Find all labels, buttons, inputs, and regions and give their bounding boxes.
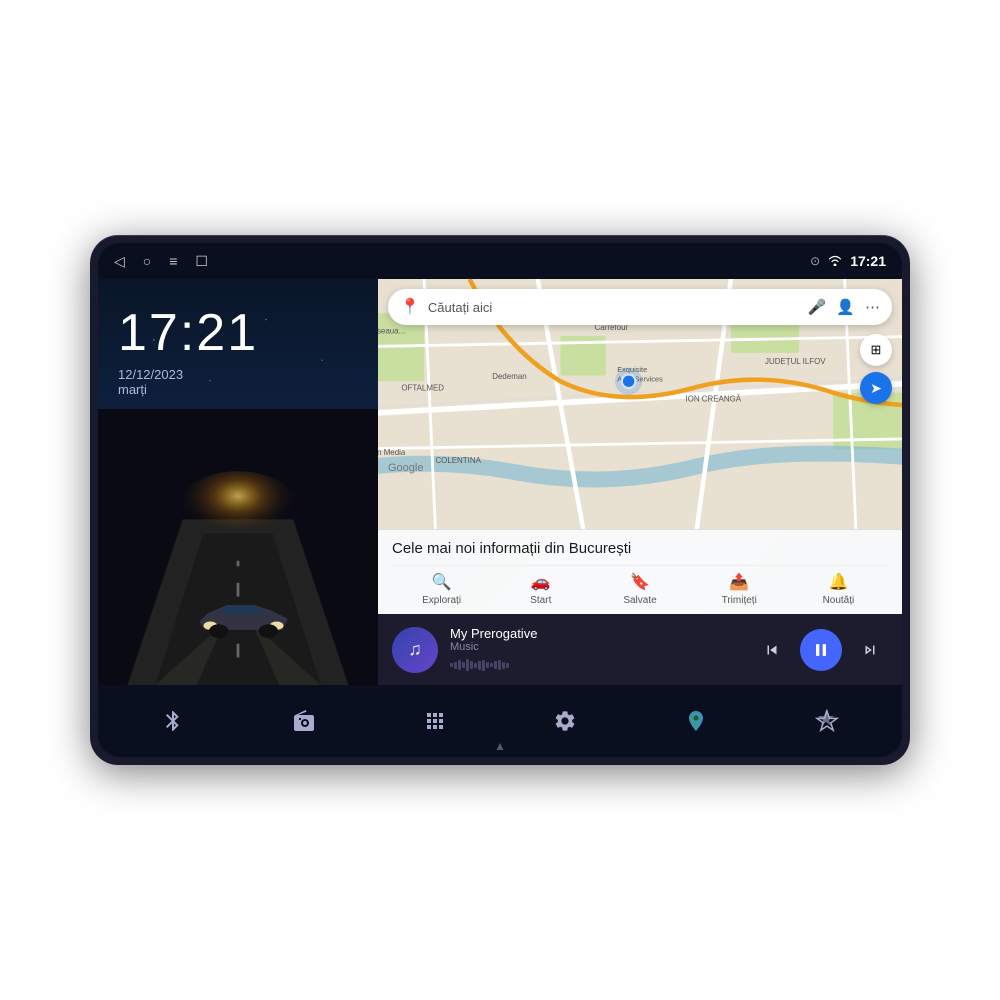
account-icon[interactable]: 👤 xyxy=(836,298,855,316)
tab-saved[interactable]: 🔖 Salvate xyxy=(590,566,689,612)
saved-icon: 🔖 xyxy=(630,572,650,592)
tab-explore[interactable]: 🔍 Explorați xyxy=(392,566,491,612)
location-icon: ⊙ xyxy=(810,254,820,268)
google-logo: Google xyxy=(388,462,423,474)
car-section xyxy=(98,409,378,685)
info-title: Cele mai noi informații din București xyxy=(392,540,888,557)
wave-bar xyxy=(470,661,473,669)
status-bar-right: ⊙ 17:21 xyxy=(810,253,886,269)
bottom-chevron-icon: ▲ xyxy=(494,739,506,753)
nav-maps[interactable] xyxy=(670,701,722,741)
search-text[interactable]: Căutați aici xyxy=(428,300,800,315)
wave-bar xyxy=(474,663,477,668)
info-tabs: 🔍 Explorați 🚗 Start 🔖 Salvate 📤 xyxy=(392,565,888,612)
wave-bar xyxy=(494,661,497,669)
prev-button[interactable] xyxy=(754,632,790,668)
music-title: My Prerogative xyxy=(450,626,742,641)
home-icon[interactable]: ○ xyxy=(143,253,151,269)
wave-bar xyxy=(450,663,453,667)
share-icon: 📤 xyxy=(729,572,749,592)
tab-start-label: Start xyxy=(530,595,551,606)
tab-saved-label: Salvate xyxy=(623,595,656,606)
clock-day: marți xyxy=(118,382,358,397)
tab-start[interactable]: 🚗 Start xyxy=(491,566,590,612)
wave-bar xyxy=(486,662,489,668)
tab-share-label: Trimițeți xyxy=(722,595,757,606)
tab-news[interactable]: 🔔 Noutăți xyxy=(789,566,888,612)
search-bar-icons: 🎤 👤 ⋯ xyxy=(808,298,880,316)
wave-bar xyxy=(482,660,485,671)
start-icon: 🚗 xyxy=(531,572,551,592)
tab-share[interactable]: 📤 Trimițeți xyxy=(690,566,789,612)
svg-text:ION CREANGĂ: ION CREANGĂ xyxy=(685,395,741,404)
mic-icon[interactable]: 🎤 xyxy=(808,298,827,316)
maps-pin-icon: 📍 xyxy=(400,297,420,317)
more-icon[interactable]: ⋯ xyxy=(865,298,880,316)
navigate-button[interactable]: ➤ xyxy=(860,372,892,404)
wifi-icon xyxy=(828,254,842,269)
svg-text:Pattern Media: Pattern Media xyxy=(378,448,406,457)
wave-bar xyxy=(454,662,457,669)
clock-section: 17:21 12/12/2023 marți xyxy=(98,279,378,409)
tab-news-label: Noutăți xyxy=(823,595,855,606)
clock-date: 12/12/2023 xyxy=(118,367,358,382)
info-banner: Cele mai noi informații din București 🔍 … xyxy=(378,529,902,614)
nav-buttons: ◁ ○ ≡ ☐ xyxy=(114,253,208,270)
svg-text:JUDEȚUL ILFOV: JUDEȚUL ILFOV xyxy=(765,357,826,366)
nav-extra[interactable] xyxy=(801,701,853,741)
news-icon: 🔔 xyxy=(828,572,848,592)
explore-icon: 🔍 xyxy=(432,572,452,592)
wave-bar xyxy=(498,660,501,670)
nav-bluetooth[interactable] xyxy=(147,701,199,741)
nav-settings[interactable] xyxy=(539,701,591,741)
svg-text:Soseaua...: Soseaua... xyxy=(378,327,405,336)
svg-text:COLENTINA: COLENTINA xyxy=(435,456,481,465)
svg-text:Dedeman: Dedeman xyxy=(492,372,526,381)
music-subtitle: Music xyxy=(450,641,742,653)
wave-bar xyxy=(506,663,509,668)
device: ◁ ○ ≡ ☐ ⊙ 17:21 xyxy=(90,235,910,765)
music-info: My Prerogative Music xyxy=(450,626,742,673)
back-icon[interactable]: ◁ xyxy=(114,253,125,270)
status-time: 17:21 xyxy=(850,253,886,269)
wave-bar xyxy=(490,663,493,667)
nav-radio[interactable] xyxy=(278,701,330,741)
album-art: ♫ xyxy=(392,627,438,673)
bottom-nav: ▲ xyxy=(98,685,902,757)
car-tunnel xyxy=(98,409,378,685)
search-bar[interactable]: 📍 Căutați aici 🎤 👤 ⋯ xyxy=(388,289,892,325)
recent-icon[interactable]: ☐ xyxy=(195,253,208,270)
menu-icon[interactable]: ≡ xyxy=(169,253,177,269)
music-player: ♫ My Prerogative Music xyxy=(378,614,902,685)
wave-bar xyxy=(458,660,461,670)
clock-time: 17:21 xyxy=(118,303,358,363)
music-waveform xyxy=(450,657,742,673)
map-controls: ⊞ ➤ xyxy=(860,334,892,404)
next-button[interactable] xyxy=(852,632,888,668)
nav-apps[interactable] xyxy=(409,701,461,741)
main-area: 17:21 12/12/2023 marți xyxy=(98,279,902,685)
wave-bar xyxy=(478,661,481,670)
layers-button[interactable]: ⊞ xyxy=(860,334,892,366)
device-screen: ◁ ○ ≡ ☐ ⊙ 17:21 xyxy=(98,243,902,757)
tab-explore-label: Explorați xyxy=(422,595,461,606)
music-controls xyxy=(754,629,888,671)
wave-bar xyxy=(466,659,469,671)
map-container[interactable]: Soseaua... Carrefour Dragonul Roșu Dedem… xyxy=(378,279,902,529)
right-panel: Soseaua... Carrefour Dragonul Roșu Dedem… xyxy=(378,279,902,685)
music-art-icon: ♫ xyxy=(408,639,422,660)
play-pause-button[interactable] xyxy=(800,629,842,671)
status-bar: ◁ ○ ≡ ☐ ⊙ 17:21 xyxy=(98,243,902,279)
left-panel: 17:21 12/12/2023 marți xyxy=(98,279,378,685)
wave-bar xyxy=(502,662,505,669)
wave-bar xyxy=(462,662,465,668)
svg-text:OFTALMED: OFTALMED xyxy=(401,383,444,392)
